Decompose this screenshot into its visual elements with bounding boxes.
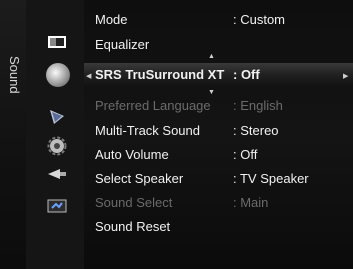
menu-value-select-speaker: : TV Speaker (233, 171, 309, 186)
menu-item-sound-reset[interactable]: Sound Reset (95, 219, 170, 237)
sound-icon[interactable] (46, 63, 70, 87)
menu-value-auto-volume: : Off (233, 147, 258, 162)
menu-item-preferred-language: Preferred Language (95, 98, 211, 113)
menu-value-srs-trusurround-xt: : Off (233, 67, 260, 82)
down-arrow-icon: ▼ (208, 89, 215, 96)
menu-value-preferred-language: : English (233, 98, 283, 113)
menu-item-select-speaker[interactable]: Select Speaker (95, 171, 183, 189)
right-arrow-icon: ▶ (343, 73, 349, 80)
menu-item-mode[interactable]: Mode (95, 12, 128, 30)
setup-icon[interactable] (46, 136, 68, 156)
menu-tab-column: Sound (0, 0, 27, 269)
menu-item-sound-select: Sound Select (95, 195, 173, 210)
menu-value-sound-select: : Main (233, 195, 269, 210)
input-icon[interactable] (46, 164, 68, 184)
menu-item-multi-track-sound[interactable]: Multi-Track Sound (95, 123, 200, 141)
tab-label-sound: Sound (7, 56, 22, 94)
menu-value-mode: : Custom (233, 12, 286, 27)
tv-osd-menu: Sound ◀ ▶ ▲ ▼ Mode : Custom Equalizer SR… (0, 0, 353, 269)
menu-item-equalizer[interactable]: Equalizer (95, 37, 149, 55)
menu-value-multi-track-sound: : Stereo (233, 123, 279, 138)
menu-item-auto-volume[interactable]: Auto Volume (95, 147, 169, 165)
left-arrow-icon: ◀ (86, 73, 92, 80)
picture-icon[interactable] (46, 32, 68, 52)
channel-icon[interactable] (46, 106, 68, 126)
application-icon[interactable] (46, 196, 68, 216)
menu-item-srs-trusurround-xt[interactable]: SRS TruSurround XT (95, 67, 224, 85)
up-arrow-icon: ▲ (208, 53, 215, 60)
